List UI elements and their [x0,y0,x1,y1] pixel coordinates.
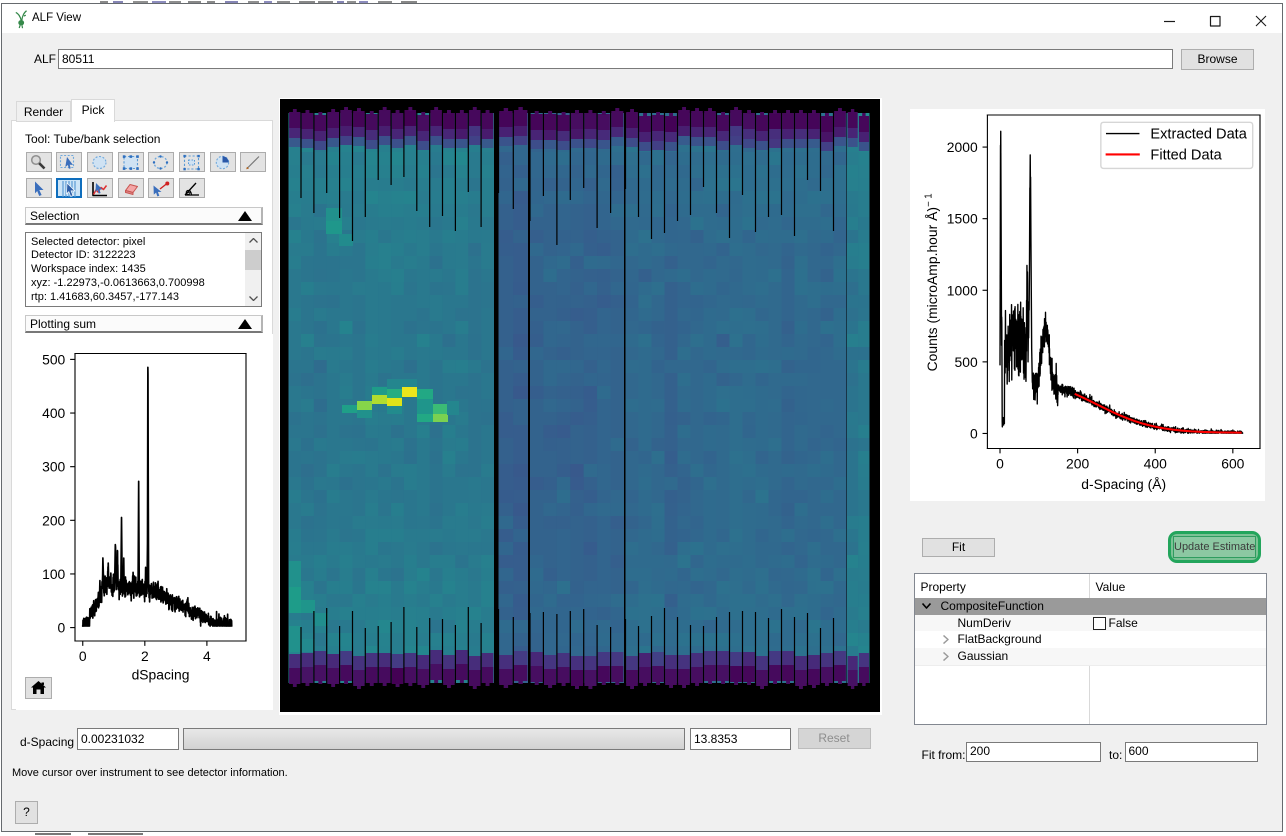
svg-text:500: 500 [42,351,65,367]
svg-text:0: 0 [970,425,978,441]
svg-text:100: 100 [42,566,65,582]
svg-text:1500: 1500 [947,210,978,226]
svg-text:1000: 1000 [947,282,978,298]
svg-text:500: 500 [955,353,978,369]
svg-text:2: 2 [141,648,149,664]
svg-text:4: 4 [203,648,211,664]
svg-text:d-Spacing (Å): d-Spacing (Å) [1081,475,1166,491]
svg-text:dSpacing: dSpacing [132,666,190,682]
svg-text:400: 400 [1144,455,1167,471]
svg-text:600: 600 [1221,455,1244,471]
svg-text:0: 0 [996,455,1004,471]
svg-text:200: 200 [42,512,65,528]
svg-text:200: 200 [1066,455,1089,471]
svg-text:0: 0 [58,620,66,636]
svg-text:Extracted Data: Extracted Data [1150,126,1247,142]
svg-text:C o u n: C o u n t s ( m i c r o A m p . h o u r … [912,193,942,371]
svg-text:0: 0 [79,648,87,664]
svg-text:2000: 2000 [947,139,978,155]
svg-text:Fitted Data: Fitted Data [1150,147,1222,163]
svg-text:300: 300 [42,459,65,475]
svg-text:400: 400 [42,405,65,421]
